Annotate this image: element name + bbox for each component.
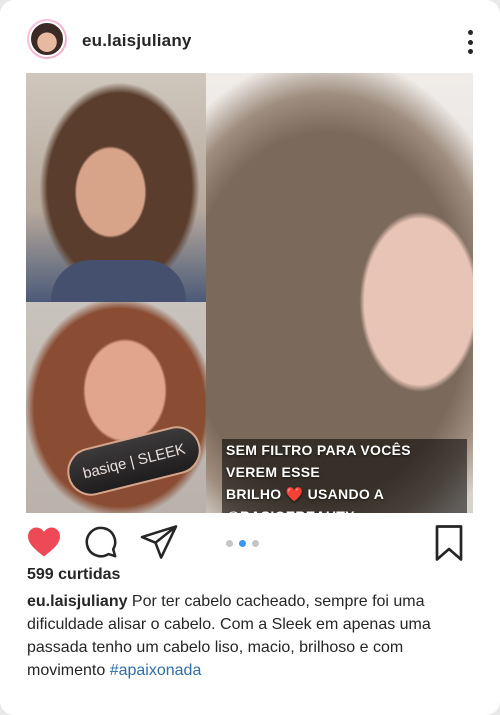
comment-icon[interactable] — [84, 525, 118, 559]
overlay-line-1: SEM FILTRO PARA VOCÊS VEREM ESSE — [222, 439, 467, 483]
action-bar — [0, 516, 500, 568]
photo-curly-hair — [26, 73, 206, 302]
caption-username[interactable]: eu.laisjuliany — [27, 593, 127, 610]
carousel-dot — [252, 540, 259, 547]
avatar[interactable] — [27, 19, 67, 59]
post-media[interactable]: basiqe | SLEEK SEM FILTRO PARA VOCÊS VER… — [26, 73, 473, 513]
carousel-indicator — [226, 540, 259, 547]
more-options-icon[interactable] — [462, 30, 478, 54]
brush-product: basiqe | SLEEK — [62, 421, 206, 501]
photo-brush-selfie: basiqe | SLEEK — [26, 302, 206, 513]
post-caption: eu.laisjuliany Por ter cabelo cacheado, … — [27, 590, 477, 682]
bookmark-icon[interactable] — [433, 525, 465, 561]
likes-count[interactable]: 599 curtidas — [27, 566, 120, 584]
post-header: eu.laisjuliany — [0, 0, 500, 72]
brush-label: basiqe | SLEEK — [81, 440, 187, 482]
share-icon[interactable] — [140, 525, 178, 559]
post-username[interactable]: eu.laisjuliany — [82, 31, 192, 51]
post-card: eu.laisjuliany basiqe | SLEEK SEM FILTRO… — [0, 0, 500, 715]
photo-straight-hair: SEM FILTRO PARA VOCÊS VEREM ESSE BRILHO … — [206, 73, 473, 513]
overlay-caption: SEM FILTRO PARA VOCÊS VEREM ESSE BRILHO … — [222, 439, 467, 513]
overlay-line-2: BRILHO ❤️ USANDO A @BASIQEBEAUTY — [222, 483, 467, 513]
caption-hashtag[interactable]: #apaixonada — [110, 662, 202, 679]
carousel-dot-active — [239, 540, 246, 547]
avatar-photo — [29, 21, 65, 57]
heart-icon[interactable] — [26, 526, 62, 558]
carousel-dot — [226, 540, 233, 547]
